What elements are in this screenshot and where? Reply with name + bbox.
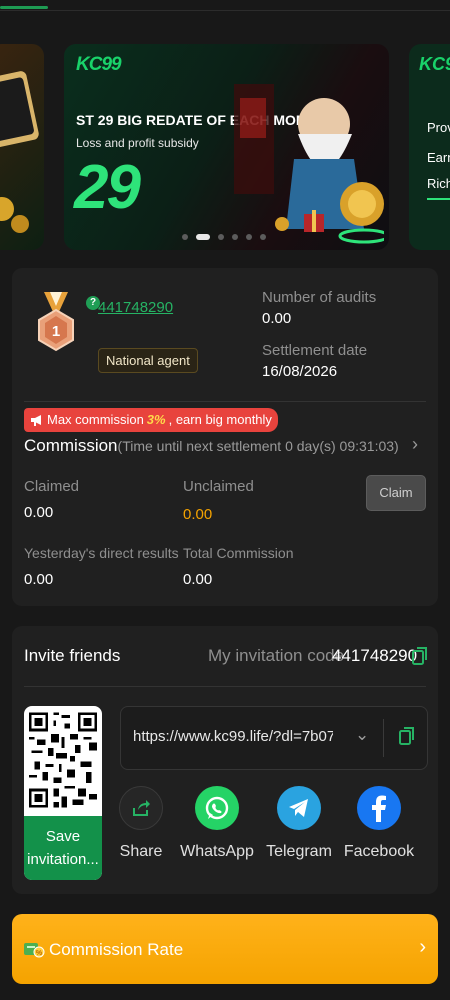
invite-card: Invite friends My invitation code 441748…: [12, 626, 438, 894]
telegram-label: Telegram: [266, 843, 332, 860]
banner-illustration: [234, 84, 384, 244]
link-separator: [383, 719, 384, 757]
telegram-button[interactable]: Telegram: [259, 786, 339, 861]
brand-logo: KC99: [76, 54, 122, 75]
claimed-label: Claimed: [24, 478, 80, 495]
promo-suffix: , earn big monthly: [168, 412, 272, 427]
carousel-dot[interactable]: [232, 234, 238, 240]
carousel-dot[interactable]: [246, 234, 252, 240]
qr-code-image: [29, 712, 97, 808]
whatsapp-icon: [195, 786, 239, 830]
copy-link-icon[interactable]: [399, 727, 415, 745]
megaphone-icon: [31, 415, 41, 426]
agent-id-link[interactable]: 441748290: [98, 299, 173, 316]
banner-next-line1: Prov: [427, 120, 450, 135]
max-commission-badge: Max commission 3%, earn big monthly: [24, 408, 278, 432]
chevron-right-icon[interactable]: ›: [412, 434, 418, 455]
facebook-icon: [357, 786, 401, 830]
banner-prev[interactable]: [0, 44, 44, 250]
promo-prefix: Max commission: [47, 412, 144, 427]
telegram-icon: [277, 786, 321, 830]
invite-link-box[interactable]: https://www.kc99.life/?dl=7b075u ⌄: [120, 706, 428, 770]
active-tab-indicator: [0, 6, 48, 9]
total-commission-value: 0.00: [183, 571, 213, 588]
yesterday-value: 0.00: [24, 571, 54, 588]
invite-link[interactable]: https://www.kc99.life/?dl=7b075u: [133, 728, 333, 745]
divider: [24, 401, 426, 402]
commission-rate-button[interactable]: % Commission Rate ›: [12, 914, 438, 984]
banner-main[interactable]: KC99 ST 29 BIG REDATE OF EACH MONTH Loss…: [64, 44, 389, 250]
invitation-code-label: My invitation code: [208, 646, 345, 665]
invitation-code: 441748290: [332, 646, 418, 665]
facebook-button[interactable]: Facebook: [339, 786, 419, 861]
carousel-dots: [182, 234, 266, 240]
carousel-dot[interactable]: [260, 234, 266, 240]
top-tab-bar: [0, 0, 450, 11]
banner-subtitle: Loss and profit subsidy: [76, 136, 199, 150]
carousel-dot[interactable]: [218, 234, 224, 240]
promo-carousel[interactable]: KC99 ST 29 BIG REDATE OF EACH MONTH Loss…: [0, 44, 450, 252]
share-icon: [119, 786, 163, 830]
banner-next-underline: [427, 198, 450, 200]
chevron-down-icon[interactable]: ⌄: [355, 725, 369, 745]
unclaimed-value: 0.00: [183, 506, 213, 523]
whatsapp-button[interactable]: WhatsApp: [177, 786, 257, 861]
save-invitation-button[interactable]: Save invitation...: [24, 816, 102, 880]
unclaimed-label: Unclaimed: [183, 478, 254, 495]
yesterday-label: Yesterday's direct results: [24, 545, 179, 561]
audits-label: Number of audits: [262, 289, 377, 306]
commission-title: Commission: [24, 436, 118, 455]
total-commission-label: Total Commission: [183, 545, 294, 561]
carousel-dot-active[interactable]: [196, 234, 210, 240]
audits-value: 0.00: [262, 310, 292, 327]
commission-rate-icon: %: [24, 943, 45, 958]
qr-code-card: Save invitation...: [24, 706, 102, 880]
commission-rate-label: Commission Rate: [49, 940, 184, 959]
settlement-label: Settlement date: [262, 342, 368, 359]
share-label: Share: [119, 843, 163, 860]
invite-title: Invite friends: [24, 646, 121, 665]
claim-button[interactable]: Claim: [366, 475, 426, 511]
svg-text:%: %: [36, 950, 43, 957]
divider: [24, 686, 426, 687]
commission-header[interactable]: Commission(Time until next settlement 0 …: [24, 436, 399, 456]
rank-medal-icon: 1: [38, 292, 74, 352]
banner-next[interactable]: KC99 Prov Earn Rich: [409, 44, 450, 250]
banner-number: 29: [74, 153, 141, 222]
copy-icon[interactable]: [412, 647, 428, 665]
rank-number: 1: [52, 323, 60, 340]
settlement-value: 16/08/2026: [262, 363, 338, 380]
claimed-value: 0.00: [24, 504, 54, 521]
agent-card: 1 ? 441748290 National agent Number of a…: [12, 268, 438, 606]
agent-level-badge: National agent: [98, 348, 198, 373]
banner-next-line2: Earn: [427, 150, 450, 165]
whatsapp-label: WhatsApp: [180, 843, 254, 860]
carousel-dot[interactable]: [182, 234, 188, 240]
chevron-right-icon: ›: [419, 936, 426, 958]
settlement-timer: (Time until next settlement 0 day(s) 09:…: [117, 438, 399, 454]
banner-prev-art: [0, 71, 39, 233]
brand-logo-next: KC99: [419, 54, 450, 74]
banner-next-line3: Rich: [427, 176, 450, 191]
promo-rate: 3%: [146, 412, 166, 427]
share-button[interactable]: Share: [101, 786, 181, 861]
facebook-label: Facebook: [343, 843, 415, 860]
